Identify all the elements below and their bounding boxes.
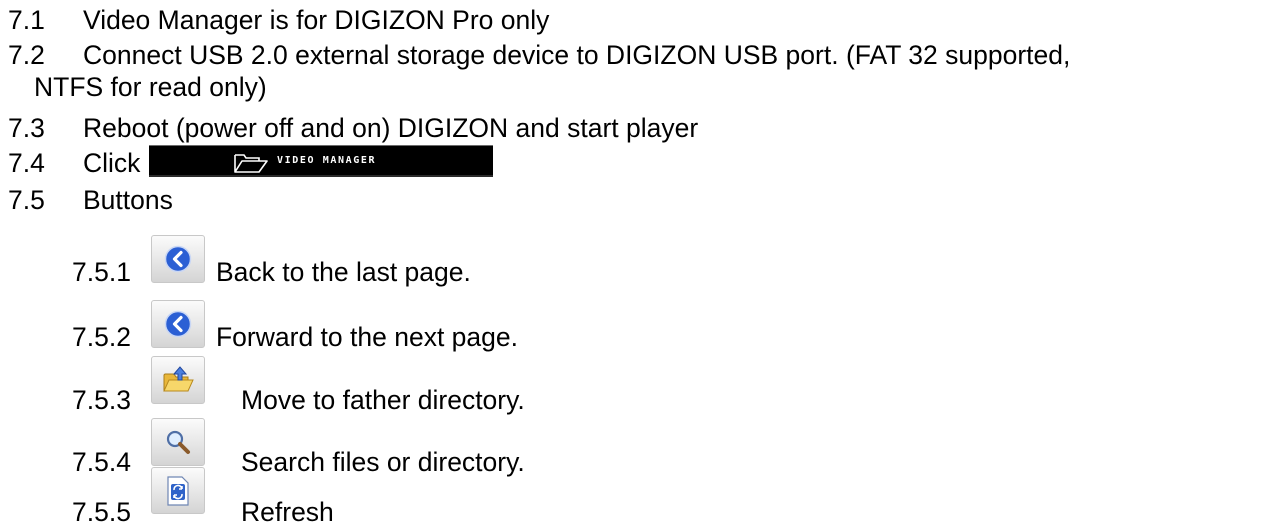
item-number: 7.3: [8, 113, 45, 143]
item-7-3: 7.3 Reboot (power off and on) DIGIZON and…: [8, 113, 698, 143]
item-number: 7.5.1: [72, 257, 131, 287]
button-desc-folder-up: Move to father directory.: [241, 385, 525, 415]
item-7-4: 7.4 Click: [8, 148, 140, 178]
forward-arrow-icon: [164, 310, 192, 338]
item-text: Video Manager is for DIGIZON Pro only: [83, 5, 550, 35]
video-manager-button[interactable]: VIDEO MANAGER: [149, 145, 493, 177]
folder-icon: [233, 150, 271, 173]
item-number: 7.5.3: [72, 385, 131, 415]
button-item-back: 7.5.1: [72, 257, 150, 287]
item-number: 7.5: [8, 185, 45, 215]
button-item-forward: 7.5.2: [72, 322, 150, 352]
item-7-2-continuation: NTFS for read only): [34, 72, 267, 102]
folder-up-button[interactable]: [151, 356, 205, 404]
item-7-2: 7.2 Connect USB 2.0 external storage devi…: [8, 40, 1070, 70]
item-number: 7.5.2: [72, 322, 131, 352]
item-7-5: 7.5 Buttons: [8, 185, 173, 215]
item-text: Connect USB 2.0 external storage device …: [83, 40, 1071, 70]
item-text: Buttons: [83, 185, 173, 215]
item-text: Click: [83, 148, 141, 178]
item-number: 7.5.4: [72, 447, 131, 477]
item-number: 7.1: [8, 5, 45, 35]
magnifier-icon: [166, 430, 190, 454]
forward-button[interactable]: [151, 300, 205, 348]
item-number: 7.4: [8, 148, 45, 178]
button-desc-refresh: Refresh: [241, 497, 334, 527]
refresh-icon: [167, 475, 189, 506]
button-item-refresh: 7.5.5: [72, 497, 150, 527]
button-desc-search: Search files or directory.: [241, 447, 525, 477]
item-number: 7.5.5: [72, 497, 131, 527]
folder-up-icon: [163, 366, 194, 392]
button-item-search: 7.5.4: [72, 447, 150, 477]
item-number: 7.2: [8, 40, 45, 70]
refresh-button[interactable]: [151, 467, 205, 514]
search-button[interactable]: [151, 418, 205, 466]
button-item-folder-up: 7.5.3: [72, 385, 150, 415]
item-7-1: 7.1 Video Manager is for DIGIZON Pro only: [8, 5, 549, 35]
back-button[interactable]: [151, 235, 205, 283]
button-desc-back: Back to the last page.: [216, 257, 471, 287]
back-arrow-icon: [164, 245, 192, 273]
video-manager-label: VIDEO MANAGER: [277, 155, 377, 166]
button-desc-forward: Forward to the next page.: [216, 322, 518, 352]
item-text: Reboot (power off and on) DIGIZON and st…: [83, 113, 699, 143]
